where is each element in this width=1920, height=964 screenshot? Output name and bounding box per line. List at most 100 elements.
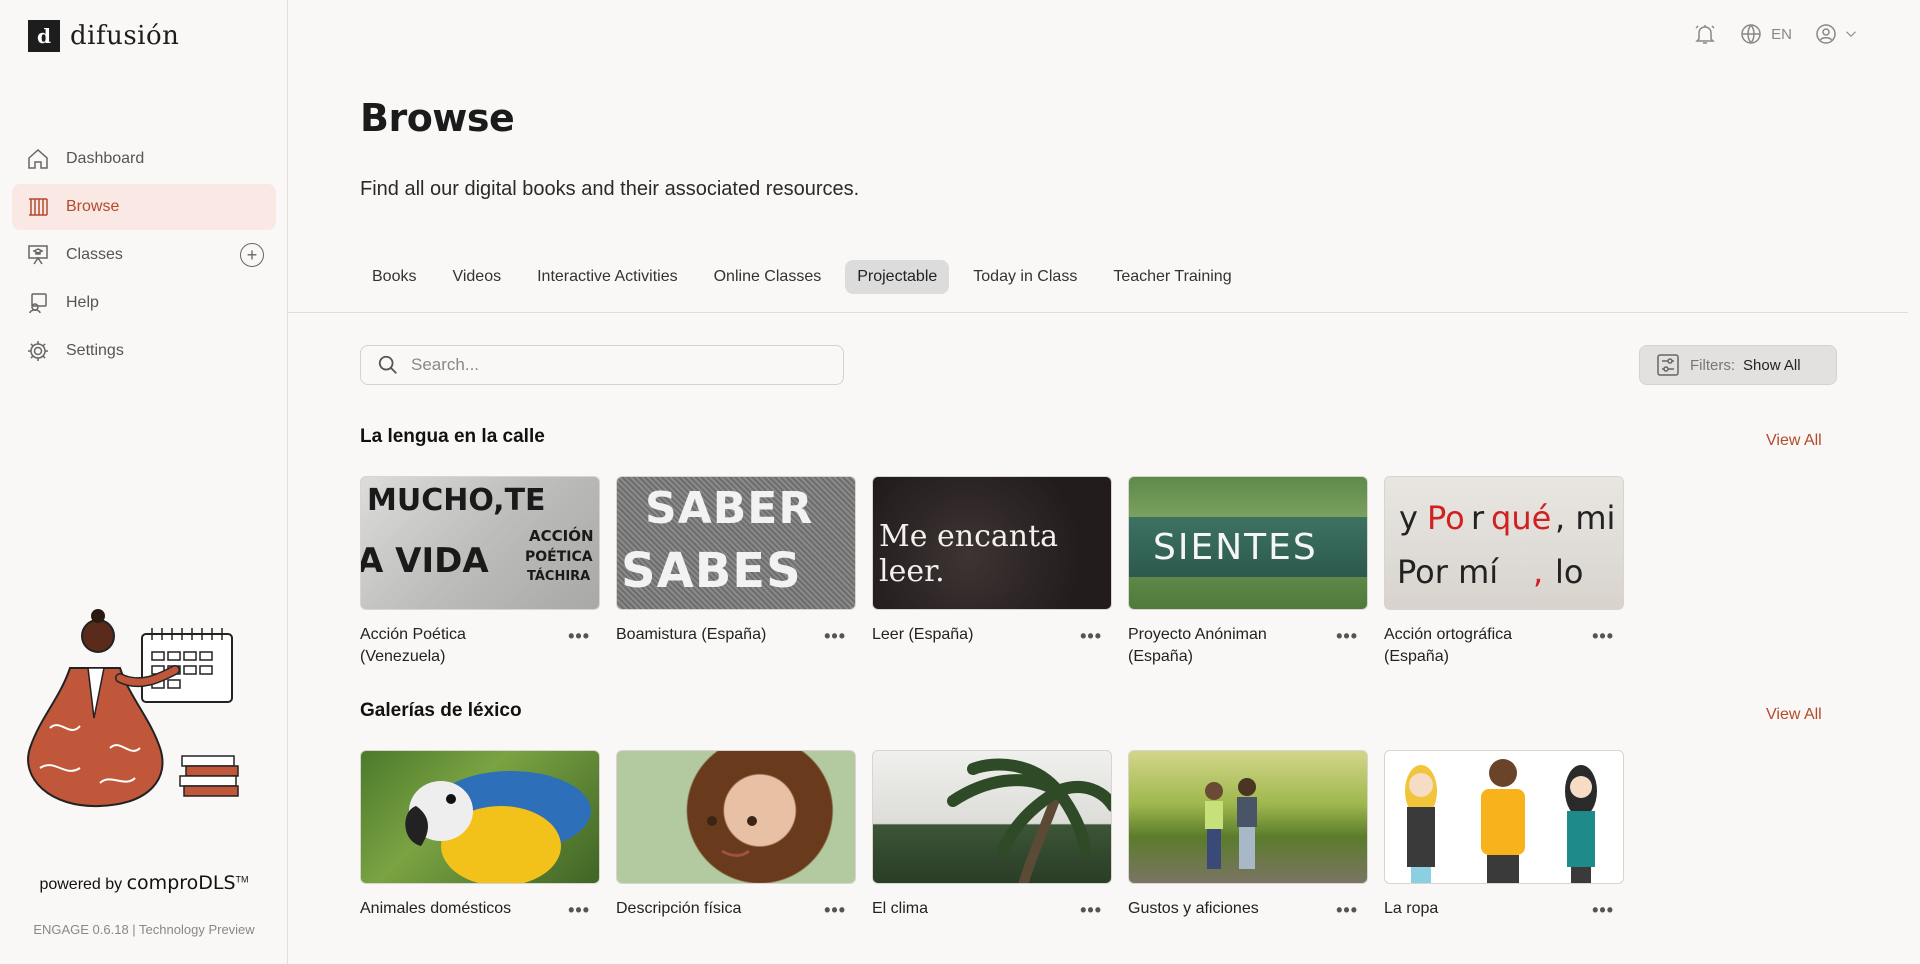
- card-title[interactable]: Acción Poética (Venezuela): [360, 624, 550, 668]
- card-title[interactable]: Gustos y aficiones: [1128, 898, 1318, 920]
- thumb-text: r: [1471, 499, 1485, 537]
- help-icon: [29, 293, 47, 314]
- sidebar-item-help[interactable]: Help: [12, 280, 276, 326]
- brand-logo[interactable]: d difusión: [28, 20, 179, 52]
- thumb-text: lo: [1555, 553, 1584, 591]
- card-title[interactable]: Boamistura (España): [616, 624, 806, 646]
- powered-by: powered by comproDLSTM: [0, 872, 288, 894]
- filters-button[interactable]: Filters: Show All: [1639, 345, 1837, 385]
- card-thumbnail[interactable]: SABER SABES: [616, 476, 856, 610]
- thumb-text: MUCHO,TE: [367, 483, 546, 518]
- card-thumbnail[interactable]: [360, 750, 600, 884]
- thumb-text: SABES: [621, 543, 802, 599]
- filters-label: Filters:: [1690, 356, 1735, 374]
- powered-brand[interactable]: comproDLS: [127, 872, 236, 894]
- search-input[interactable]: [411, 355, 811, 375]
- resource-card[interactable]: La ropa •••: [1384, 750, 1624, 921]
- view-all-link[interactable]: View All: [1766, 432, 1822, 450]
- card-thumbnail[interactable]: [616, 750, 856, 884]
- card-title[interactable]: Acción ortográfica (España): [1384, 624, 1574, 668]
- resource-card[interactable]: MUCHO,TE A VIDA ACCIÓN POÉTICA TÁCHIRA A…: [360, 476, 600, 668]
- sidebar-item-label: Browse: [66, 198, 120, 215]
- more-options-icon[interactable]: •••: [824, 900, 846, 921]
- more-options-icon[interactable]: •••: [1592, 900, 1614, 921]
- more-options-icon[interactable]: •••: [1336, 626, 1358, 647]
- thumb-text: ,: [1533, 553, 1544, 591]
- couple-skating-image: [1205, 778, 1257, 869]
- thumb-text: SIENTES: [1153, 527, 1318, 568]
- section-title: La lengua en la calle: [360, 426, 545, 447]
- resource-card[interactable]: SABER SABES Boamistura (España) •••: [616, 476, 856, 668]
- sidebar-item-label: Settings: [66, 342, 124, 359]
- version-label: ENGAGE 0.6.18 | Technology Preview: [33, 922, 255, 937]
- tab-divider: [288, 312, 1908, 313]
- tab-interactive-activities[interactable]: Interactive Activities: [525, 260, 690, 294]
- resource-card[interactable]: El clima •••: [872, 750, 1112, 921]
- resource-card[interactable]: SIENTES Proyecto Anóniman (España) •••: [1128, 476, 1368, 668]
- thumb-text: A VIDA: [360, 541, 489, 581]
- gear-icon: [28, 341, 48, 361]
- tab-books[interactable]: Books: [360, 260, 428, 294]
- trademark-mark: TM: [235, 874, 249, 885]
- card-title[interactable]: Animales domésticos: [360, 898, 550, 920]
- card-title[interactable]: El clima: [872, 898, 1062, 920]
- classroom-icon: [28, 245, 48, 265]
- child-portrait-image: [707, 816, 757, 857]
- thumb-text: , mi: [1555, 499, 1616, 537]
- more-options-icon[interactable]: •••: [1336, 900, 1358, 921]
- sidebar-item-dashboard[interactable]: Dashboard: [12, 136, 276, 182]
- more-options-icon[interactable]: •••: [568, 900, 590, 921]
- card-thumbnail[interactable]: [1384, 750, 1624, 884]
- search-icon: [378, 355, 397, 374]
- card-title[interactable]: La ropa: [1384, 898, 1574, 920]
- sidebar-item-label: Help: [66, 294, 99, 311]
- sidebar: d difusión Dashboard Browse Classes + He…: [0, 0, 288, 964]
- thumb-text: Po: [1427, 499, 1465, 537]
- sidebar-item-label: Classes: [66, 246, 123, 263]
- more-options-icon[interactable]: •••: [1592, 626, 1614, 647]
- card-thumbnail[interactable]: MUCHO,TE A VIDA ACCIÓN POÉTICA TÁCHIRA: [360, 476, 600, 610]
- card-row: MUCHO,TE A VIDA ACCIÓN POÉTICA TÁCHIRA A…: [360, 476, 1624, 668]
- more-options-icon[interactable]: •••: [568, 626, 590, 647]
- section-title: Galerías de léxico: [360, 700, 522, 721]
- tab-teacher-training[interactable]: Teacher Training: [1101, 260, 1243, 294]
- card-thumbnail[interactable]: SIENTES: [1128, 476, 1368, 610]
- resource-card[interactable]: Animales domésticos •••: [360, 750, 600, 921]
- card-thumbnail[interactable]: [872, 750, 1112, 884]
- tab-bar: Books Videos Interactive Activities Onli…: [360, 260, 1244, 294]
- tab-videos[interactable]: Videos: [440, 260, 513, 294]
- more-options-icon[interactable]: •••: [824, 626, 846, 647]
- thumb-text: ACCIÓN: [529, 527, 594, 545]
- logo-mark: d: [28, 20, 60, 52]
- filter-sliders-icon: [1657, 354, 1679, 376]
- resource-card[interactable]: Descripción física •••: [616, 750, 856, 921]
- palm-tree-image: [947, 758, 1111, 883]
- add-class-button[interactable]: +: [240, 243, 264, 267]
- card-thumbnail[interactable]: Me encanta leer.: [872, 476, 1112, 610]
- tab-projectable[interactable]: Projectable: [845, 260, 950, 294]
- card-thumbnail[interactable]: [1128, 750, 1368, 884]
- library-icon: [29, 198, 48, 216]
- sidebar-nav: Dashboard Browse Classes + Help Settings: [12, 136, 276, 376]
- more-options-icon[interactable]: •••: [1080, 626, 1102, 647]
- resource-card[interactable]: Gustos y aficiones •••: [1128, 750, 1368, 921]
- page-title: Browse: [360, 96, 515, 140]
- card-row: Animales domésticos ••• Descripción físi…: [360, 750, 1624, 921]
- tab-today-in-class[interactable]: Today in Class: [961, 260, 1089, 294]
- sidebar-item-browse[interactable]: Browse: [12, 184, 276, 230]
- resource-card[interactable]: y Po r qué , mi Por mí , lo Acción ortog…: [1384, 476, 1624, 668]
- powered-by-label: powered by: [39, 876, 123, 893]
- logo-text: difusión: [70, 21, 180, 51]
- search-box[interactable]: [360, 345, 844, 385]
- card-thumbnail[interactable]: y Po r qué , mi Por mí , lo: [1384, 476, 1624, 610]
- sidebar-item-settings[interactable]: Settings: [12, 328, 276, 374]
- card-title[interactable]: Proyecto Anóniman (España): [1128, 624, 1318, 668]
- view-all-link[interactable]: View All: [1766, 706, 1822, 724]
- more-options-icon[interactable]: •••: [1080, 900, 1102, 921]
- page-subtitle: Find all our digital books and their ass…: [360, 178, 860, 200]
- tab-online-classes[interactable]: Online Classes: [702, 260, 834, 294]
- sidebar-item-classes[interactable]: Classes +: [12, 232, 276, 278]
- card-title[interactable]: Descripción física: [616, 898, 806, 920]
- resource-card[interactable]: Me encanta leer. Leer (España) •••: [872, 476, 1112, 668]
- card-title[interactable]: Leer (España): [872, 624, 1062, 646]
